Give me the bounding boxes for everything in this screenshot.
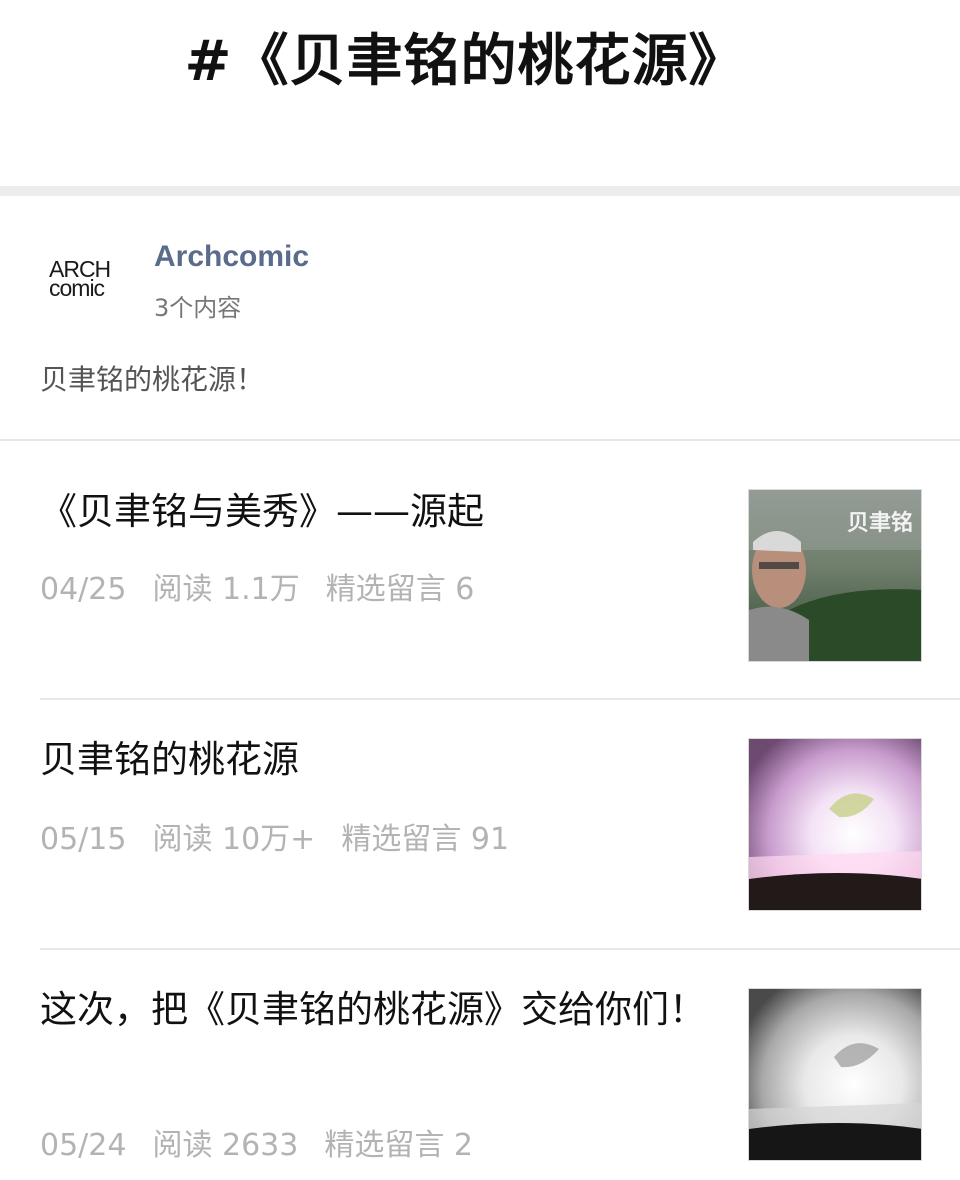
- article-item[interactable]: 这次，把《贝聿铭的桃花源》交给你们！ 05/24 阅读 2633 精选留言 2: [0, 950, 960, 1180]
- article-comments: 精选留言 6: [325, 572, 475, 607]
- article-item[interactable]: 贝聿铭的桃花源 05/15 阅读 10万+ 精选留言 91: [0, 700, 960, 948]
- article-title[interactable]: 《贝聿铭与美秀》——源起: [40, 484, 710, 540]
- account-avatar[interactable]: ARCH comic: [40, 246, 126, 316]
- thumbnail-grayscale-image: [749, 989, 921, 1160]
- article-reads: 阅读 10万+: [152, 822, 316, 857]
- topic-title: #《贝聿铭的桃花源》: [184, 29, 746, 94]
- article-meta: 04/25 阅读 1.1万 精选留言 6: [40, 564, 500, 608]
- article-item[interactable]: 《贝聿铭与美秀》——源起 04/25 阅读 1.1万 精选留言 6 贝聿铭: [0, 440, 960, 698]
- avatar-text-line2: comic: [49, 275, 105, 301]
- account-content-count: 3个内容: [154, 294, 242, 322]
- account-card[interactable]: ARCH comic Archcomic 3个内容 贝聿铭的桃花源！: [0, 196, 960, 440]
- article-date: 05/24: [40, 1128, 127, 1163]
- article-title[interactable]: 这次，把《贝聿铭的桃花源》交给你们！: [40, 982, 710, 1038]
- thumbnail-light-image: [749, 739, 921, 910]
- article-meta: 05/24 阅读 2633 精选留言 2: [40, 1120, 499, 1164]
- article-meta: 05/15 阅读 10万+ 精选留言 91: [40, 814, 535, 858]
- article-reads: 阅读 1.1万: [152, 572, 300, 607]
- article-comments: 精选留言 2: [324, 1128, 473, 1163]
- article-title[interactable]: 贝聿铭的桃花源: [40, 732, 710, 788]
- account-name[interactable]: Archcomic: [154, 240, 309, 274]
- account-description: 贝聿铭的桃花源！: [40, 363, 265, 396]
- article-comments: 精选留言 91: [341, 822, 510, 857]
- article-thumbnail[interactable]: [748, 738, 922, 911]
- article-thumbnail[interactable]: 贝聿铭: [748, 489, 922, 662]
- thumbnail-caption: 贝聿铭: [847, 510, 913, 536]
- thumbnail-portrait-image: 贝聿铭: [749, 490, 921, 661]
- topic-header: #《贝聿铭的桃花源》: [0, 0, 960, 186]
- article-date: 05/15: [40, 822, 127, 857]
- article-reads: 阅读 2633: [152, 1128, 299, 1163]
- section-separator: [0, 186, 960, 196]
- article-thumbnail[interactable]: [748, 988, 922, 1161]
- article-date: 04/25: [40, 572, 127, 607]
